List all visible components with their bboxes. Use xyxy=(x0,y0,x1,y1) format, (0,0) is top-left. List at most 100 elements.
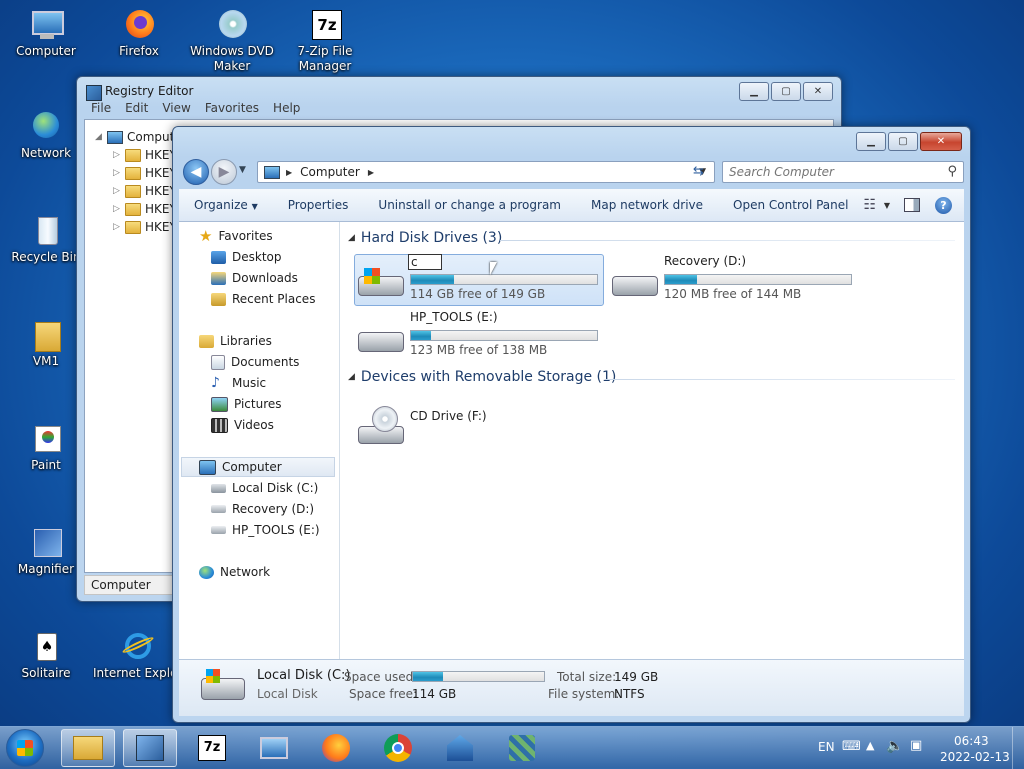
network-status-icon[interactable]: ▣ xyxy=(910,738,922,753)
search-input[interactable] xyxy=(723,164,941,180)
explorer-window[interactable]: ▁ ▢ ✕ ◀ ▶ ▼ ▶ Computer ▶ ▼ ⇆ ⚲ Organize … xyxy=(172,126,971,723)
computer-icon xyxy=(264,165,280,179)
maximize-button[interactable]: ▢ xyxy=(771,82,801,101)
drive-local-disk-c[interactable]: c 114 GB free of 149 GB xyxy=(354,254,604,306)
taskbar-7zip[interactable]: 7z xyxy=(185,729,239,767)
expand-icon[interactable]: ▷ xyxy=(113,150,121,160)
breadcrumb-separator-icon[interactable]: ▶ xyxy=(368,168,374,177)
desktop-icon-firefox[interactable]: Firefox xyxy=(96,8,182,59)
tree-key[interactable]: ▷ HKEY xyxy=(113,182,177,200)
uninstall-program-button[interactable]: Uninstall or change a program xyxy=(363,198,576,212)
organize-button[interactable]: Organize ▼ xyxy=(179,198,273,212)
desktop-icon-computer[interactable]: Computer xyxy=(3,8,89,59)
menu-file[interactable]: File xyxy=(84,99,118,117)
maximize-button[interactable]: ▢ xyxy=(888,132,918,151)
drive-icon xyxy=(211,505,226,513)
breadcrumb-separator-icon[interactable]: ▶ xyxy=(286,168,292,177)
nav-videos[interactable]: Videos xyxy=(211,415,274,435)
properties-button[interactable]: Properties xyxy=(273,198,364,212)
collapse-icon[interactable]: ◢ xyxy=(348,233,355,243)
menu-favorites[interactable]: Favorites xyxy=(198,99,266,117)
open-control-panel-button[interactable]: Open Control Panel xyxy=(718,198,863,212)
keyboard-icon[interactable]: ⌨ xyxy=(842,739,861,754)
show-desktop-button[interactable] xyxy=(1012,727,1024,769)
taskbar-registry-editor[interactable] xyxy=(123,729,177,767)
nav-favorites[interactable]: ★ Favorites xyxy=(199,226,273,246)
clock-date[interactable]: 2022-02-13 xyxy=(940,750,1010,764)
search-box[interactable]: ⚲ xyxy=(722,161,964,183)
tree-key[interactable]: ▷ HKEY xyxy=(113,164,177,182)
drive-hp-tools-e[interactable]: HP_TOOLS (E:) 123 MB free of 138 MB xyxy=(354,310,604,362)
rename-field[interactable]: c xyxy=(408,254,442,270)
nav-network[interactable]: Network xyxy=(199,562,270,582)
close-button[interactable]: ✕ xyxy=(803,82,833,101)
back-button[interactable]: ◀ xyxy=(183,159,209,185)
language-indicator[interactable]: EN xyxy=(818,740,835,754)
desktop-icon-dvd-maker[interactable]: Windows DVD Maker xyxy=(189,8,275,74)
nav-downloads[interactable]: Downloads xyxy=(211,268,298,288)
chevron-down-icon[interactable]: ▼ xyxy=(884,201,890,210)
desktop-icon-internet-explorer[interactable]: Internet Explorer xyxy=(93,630,183,681)
taskbar-app-blue[interactable] xyxy=(433,729,487,767)
expand-icon[interactable]: ▷ xyxy=(113,186,121,196)
close-button[interactable]: ✕ xyxy=(920,132,962,151)
nav-hp-tools-e[interactable]: HP_TOOLS (E:) xyxy=(211,520,320,540)
start-button[interactable] xyxy=(6,729,44,767)
taskbar-firefox[interactable] xyxy=(309,729,363,767)
taskbar-remote-desktop[interactable] xyxy=(247,729,301,767)
menu-help[interactable]: Help xyxy=(266,99,307,117)
tree-key[interactable]: ▷ HKEY xyxy=(113,200,177,218)
navigation-pane[interactable]: ★ Favorites Desktop Downloads Recent Pla… xyxy=(179,222,340,660)
nav-documents[interactable]: Documents xyxy=(211,352,299,372)
menu-edit[interactable]: Edit xyxy=(118,99,155,117)
7zip-icon: 7z xyxy=(198,735,226,761)
tree-key[interactable]: ▷ HKEY xyxy=(113,146,177,164)
nav-pictures[interactable]: Pictures xyxy=(211,394,282,414)
recent-pages-chevron-icon[interactable]: ▼ xyxy=(239,165,246,175)
forward-button[interactable]: ▶ xyxy=(211,159,237,185)
expand-icon[interactable]: ▷ xyxy=(113,168,121,178)
desktop-icon-solitaire[interactable]: ♠ Solitaire xyxy=(3,630,89,681)
taskbar-explorer[interactable] xyxy=(61,729,115,767)
taskbar-network-tool[interactable] xyxy=(495,729,549,767)
search-icon[interactable]: ⚲ xyxy=(947,164,957,179)
preview-pane-icon[interactable] xyxy=(904,198,920,212)
nav-local-disk-c[interactable]: Local Disk (C:) xyxy=(211,478,318,498)
collapse-icon[interactable]: ◢ xyxy=(348,372,355,382)
desktop-icon-label: Internet Explorer xyxy=(93,666,183,680)
map-network-drive-button[interactable]: Map network drive xyxy=(576,198,718,212)
computer-icon xyxy=(29,8,64,42)
nav-computer[interactable]: Computer xyxy=(199,457,282,477)
refresh-icon[interactable]: ⇆ xyxy=(693,164,704,179)
group-title: Devices with Removable Storage (1) xyxy=(360,369,617,385)
minimize-button[interactable]: ▁ xyxy=(739,82,769,101)
group-header-removable[interactable]: ◢ Devices with Removable Storage (1) xyxy=(348,369,616,385)
address-bar[interactable]: ▶ Computer ▶ ▼ xyxy=(257,161,715,183)
minimize-button[interactable]: ▁ xyxy=(856,132,886,151)
taskbar-chrome[interactable] xyxy=(371,729,425,767)
volume-icon[interactable]: 🔈 xyxy=(886,738,903,754)
drive-icon xyxy=(612,266,658,296)
group-divider xyxy=(500,240,955,241)
nav-libraries[interactable]: Libraries xyxy=(199,331,272,351)
tree-key[interactable]: ▷ HKEY xyxy=(113,218,177,236)
drive-cd-f[interactable]: CD Drive (F:) xyxy=(354,400,554,450)
menu-view[interactable]: View xyxy=(155,99,197,117)
expand-icon[interactable]: ▷ xyxy=(113,204,121,214)
expand-icon[interactable]: ▷ xyxy=(113,222,121,232)
clock-time[interactable]: 06:43 xyxy=(954,734,989,748)
space-used-fill xyxy=(413,672,444,681)
nav-recent-places[interactable]: Recent Places xyxy=(211,289,315,309)
view-options-icon[interactable]: ☷ xyxy=(863,197,876,213)
drive-recovery-d[interactable]: Recovery (D:) 120 MB free of 144 MB xyxy=(608,254,868,306)
help-icon[interactable]: ? xyxy=(935,196,952,214)
content-pane[interactable]: ◢ Hard Disk Drives (3) c 114 GB free of … xyxy=(340,222,964,660)
desktop-icon-7zip[interactable]: 7z 7-Zip File Manager xyxy=(282,8,368,74)
nav-recovery-d[interactable]: Recovery (D:) xyxy=(211,499,314,519)
show-hidden-icons-icon[interactable]: ▲ xyxy=(866,739,874,752)
collapse-icon[interactable]: ◢ xyxy=(95,132,103,142)
nav-music[interactable]: ♪ Music xyxy=(211,373,266,393)
nav-desktop[interactable]: Desktop xyxy=(211,247,282,267)
group-header-hdd[interactable]: ◢ Hard Disk Drives (3) xyxy=(348,230,502,246)
breadcrumb-computer[interactable]: Computer xyxy=(300,165,360,179)
